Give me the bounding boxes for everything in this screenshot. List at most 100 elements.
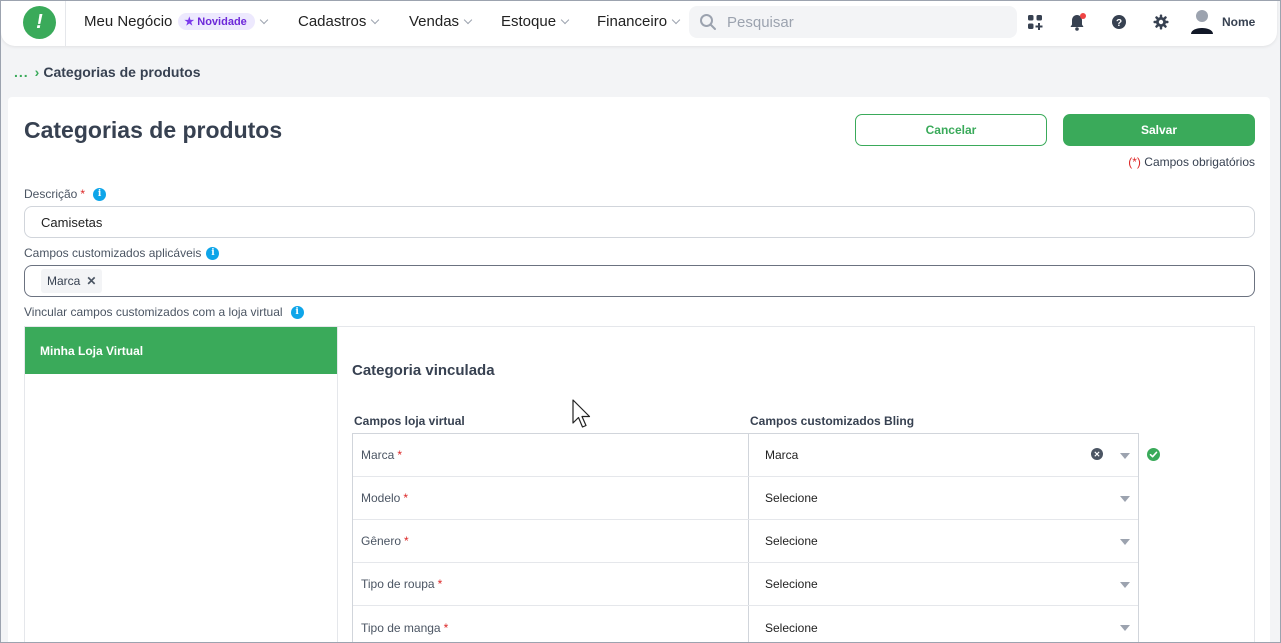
required-note-text: Campos obrigatórios xyxy=(1140,155,1255,169)
nav-business-label: Meu Negócio xyxy=(84,13,173,30)
nav-estoque[interactable]: Estoque xyxy=(501,13,570,30)
store-link-panel: Minha Loja Virtual Categoria vinculada C… xyxy=(24,326,1255,643)
chevron-down-icon xyxy=(371,15,380,24)
nav-cadastros[interactable]: Cadastros xyxy=(298,13,380,30)
check-circle-icon xyxy=(1147,448,1160,461)
required-asterisk: * xyxy=(397,448,403,462)
store-field-label: Modelo xyxy=(361,491,401,505)
link-store-label-text: Vincular campos customizados com a loja … xyxy=(24,305,283,319)
remove-tag-icon[interactable]: ✕ xyxy=(86,274,96,288)
mouse-pointer-icon xyxy=(572,399,592,432)
nav-label: Estoque xyxy=(501,13,557,30)
nav-business-menu[interactable]: Meu Negócio ★ Novidade xyxy=(84,13,269,30)
required-asterisk: * xyxy=(403,491,409,505)
store-tab-minha-loja[interactable]: Minha Loja Virtual xyxy=(25,327,337,374)
column-header-bling: Campos customizados Bling xyxy=(750,414,915,428)
cancel-button[interactable]: Cancelar xyxy=(855,114,1047,146)
bling-field-select[interactable]: Marca ✕ xyxy=(749,434,1138,476)
store-field-label: Tipo de roupa xyxy=(361,577,435,591)
breadcrumb: ... › Categorias de produtos xyxy=(14,64,200,80)
store-field-cell: Tipo de manga * xyxy=(353,606,749,643)
store-field-label: Gênero xyxy=(361,534,402,548)
select-value: Selecione xyxy=(765,491,818,505)
chevron-down-icon xyxy=(463,15,473,24)
bling-field-select[interactable]: Selecione xyxy=(749,477,1138,519)
new-badge: ★ Novidade xyxy=(178,13,255,30)
required-asterisk: * xyxy=(80,187,86,201)
settings-gear-icon[interactable] xyxy=(1152,13,1170,31)
required-mark: (*) xyxy=(1128,155,1141,169)
clear-selection-icon[interactable]: ✕ xyxy=(1091,448,1103,460)
store-field-cell: Tipo de roupa * xyxy=(353,563,749,605)
table-row: Modelo * Selecione xyxy=(353,477,1138,520)
store-field-label: Marca xyxy=(361,448,395,462)
notification-bell-icon[interactable] xyxy=(1068,13,1086,31)
description-input[interactable]: Camisetas xyxy=(24,206,1255,238)
info-icon[interactable]: i xyxy=(206,246,220,260)
store-field-label: Tipo de manga xyxy=(361,620,441,635)
required-asterisk: * xyxy=(404,534,409,548)
table-row: Gênero * Selecione xyxy=(353,520,1138,563)
caret-down-icon xyxy=(1120,625,1130,631)
chevron-down-icon xyxy=(560,15,570,24)
bling-field-select[interactable]: Selecione xyxy=(749,606,1138,643)
caret-down-icon xyxy=(1120,582,1130,588)
chevron-down-icon xyxy=(259,15,269,24)
info-icon[interactable]: i xyxy=(290,305,304,319)
select-value: Selecione xyxy=(765,577,818,591)
store-tab-label: Minha Loja Virtual xyxy=(40,343,144,358)
required-fields-note: (*) Campos obrigatórios xyxy=(1128,155,1255,169)
description-value: Camisetas xyxy=(41,214,103,230)
store-field-cell: Gênero * xyxy=(353,520,749,562)
custom-fields-multiselect[interactable]: Marca ✕ xyxy=(24,265,1255,297)
description-label-text: Descrição xyxy=(24,187,78,201)
select-value: Marca xyxy=(765,448,799,462)
help-icon[interactable]: ? xyxy=(1110,13,1128,31)
caret-down-icon xyxy=(1120,496,1130,502)
nav-vendas[interactable]: Vendas xyxy=(409,13,473,30)
select-value: Selecione xyxy=(765,534,818,548)
link-store-label: Vincular campos customizados com a loja … xyxy=(24,305,304,319)
divider xyxy=(337,327,338,643)
tag-chip: Marca ✕ xyxy=(41,269,103,293)
bling-logo[interactable]: ! xyxy=(23,6,56,39)
store-field-cell: Marca * xyxy=(353,434,749,476)
nav-financeiro[interactable]: Financeiro xyxy=(597,13,681,30)
caret-down-icon xyxy=(1120,539,1130,545)
divider xyxy=(65,0,66,46)
nav-label: Cadastros xyxy=(298,13,367,30)
description-label: Descrição * i xyxy=(24,187,107,201)
apps-icon[interactable] xyxy=(1026,13,1044,31)
breadcrumb-current: Categorias de produtos xyxy=(43,64,201,80)
star-icon: ★ xyxy=(184,16,195,28)
notification-dot xyxy=(1080,13,1086,19)
bling-field-select[interactable]: Selecione xyxy=(749,520,1138,562)
table-row: Tipo de roupa * Selecione xyxy=(353,563,1138,606)
save-button[interactable]: Salvar xyxy=(1063,114,1255,146)
caret-down-icon xyxy=(1120,453,1130,459)
search-input[interactable] xyxy=(727,13,997,31)
field-mapping-table: Marca * Marca ✕ Modelo * Selecione Gênero *… xyxy=(352,433,1139,643)
user-avatar-icon[interactable] xyxy=(1190,9,1214,35)
table-row: Marca * Marca ✕ xyxy=(353,434,1138,477)
store-field-cell: Modelo * xyxy=(353,477,749,519)
nav-label: Financeiro xyxy=(597,13,668,30)
chevron-down-icon xyxy=(671,15,681,24)
nav-label: Vendas xyxy=(409,13,460,30)
breadcrumb-ellipsis[interactable]: ... xyxy=(14,64,29,80)
custom-fields-label-text: Campos customizados aplicáveis xyxy=(24,246,202,260)
svg-text:?: ? xyxy=(1116,18,1122,29)
required-asterisk: * xyxy=(437,577,443,591)
bling-field-select[interactable]: Selecione xyxy=(749,563,1138,605)
form-card: Categorias de produtos Cancelar Salvar (… xyxy=(8,97,1270,643)
user-name[interactable]: Nome xyxy=(1222,15,1255,29)
info-icon[interactable]: i xyxy=(93,187,107,201)
search-box[interactable] xyxy=(689,6,1017,38)
chevron-right-icon: › xyxy=(34,64,40,80)
tag-label: Marca xyxy=(47,274,81,288)
required-asterisk: * xyxy=(443,620,449,635)
top-navbar: ! Meu Negócio ★ Novidade Cadastros Vendas… xyxy=(1,0,1277,46)
column-header-store: Campos loja virtual xyxy=(354,414,465,428)
search-icon xyxy=(700,14,716,30)
page-title: Categorias de produtos xyxy=(24,117,283,143)
